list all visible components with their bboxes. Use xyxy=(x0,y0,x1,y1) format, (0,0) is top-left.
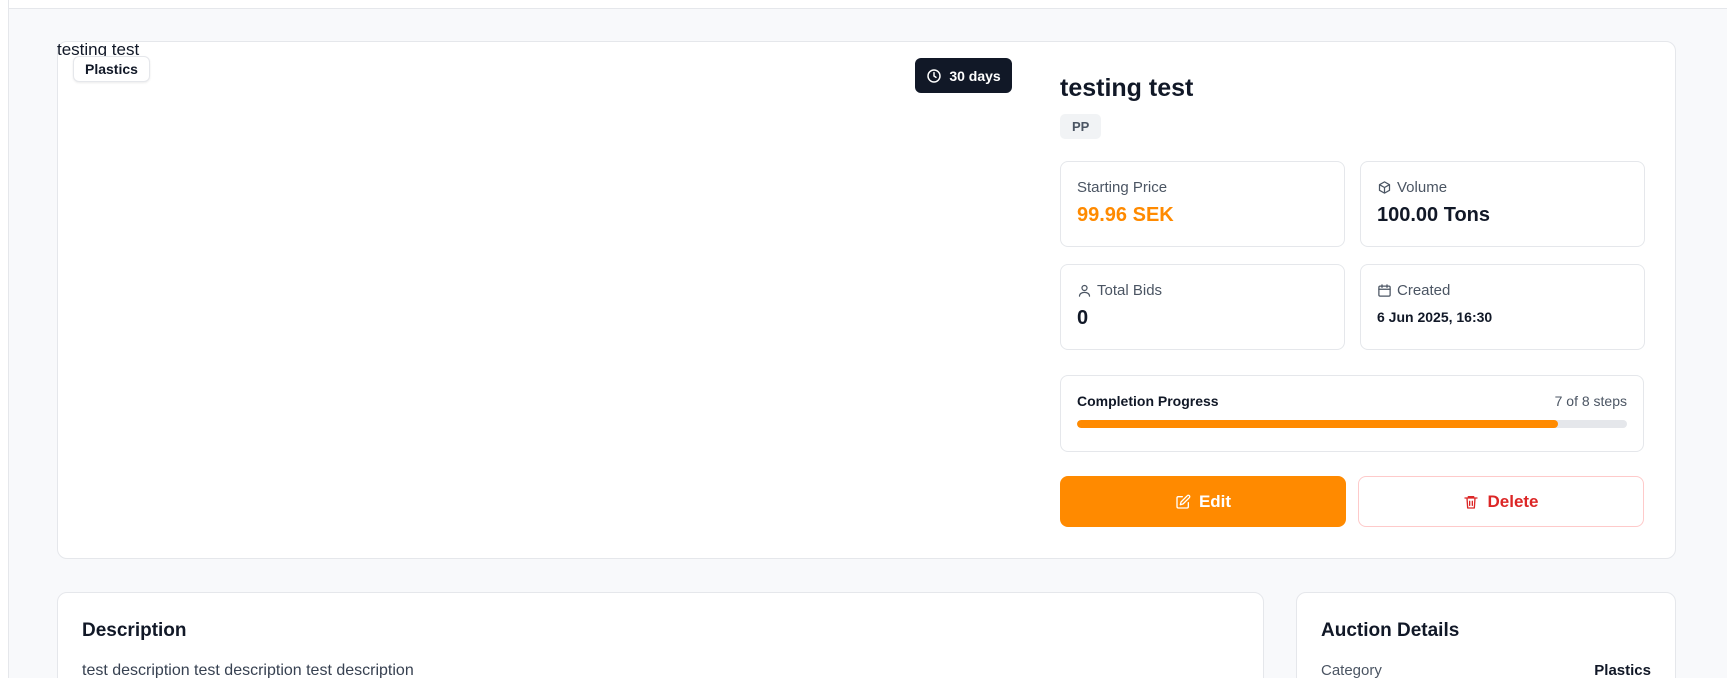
progress-fill xyxy=(1077,420,1559,428)
total-bids-label: Total Bids xyxy=(1097,282,1163,299)
edit-button[interactable]: Edit xyxy=(1060,476,1346,527)
volume-card: Volume 100.00 Tons xyxy=(1360,161,1645,247)
description-card: Description test description test descri… xyxy=(57,592,1264,678)
progress-label: Completion Progress xyxy=(1077,393,1219,409)
description-text: test description test description test d… xyxy=(82,662,414,678)
completion-progress-card: Completion Progress 7 of 8 steps xyxy=(1060,375,1644,452)
created-card: Created 6 Jun 2025, 16:30 xyxy=(1360,264,1645,350)
total-bids-label-row: Total Bids xyxy=(1077,282,1328,299)
created-label-row: Created xyxy=(1377,282,1628,299)
progress-track xyxy=(1077,420,1627,428)
material-tag: PP xyxy=(1060,114,1102,139)
volume-value: 100.00 Tons xyxy=(1377,204,1491,226)
starting-price-value: 99.96 SEK xyxy=(1077,204,1174,226)
category-badge: Plastics xyxy=(73,56,150,82)
clock-icon xyxy=(926,68,942,84)
left-rail xyxy=(0,0,9,678)
description-title: Description xyxy=(82,620,187,641)
total-bids-value: 0 xyxy=(1077,307,1089,329)
created-value: 6 Jun 2025, 16:30 xyxy=(1377,309,1493,325)
total-bids-card: Total Bids 0 xyxy=(1060,264,1345,350)
category-label: Category xyxy=(1321,662,1382,678)
time-left-text: 30 days xyxy=(949,67,1001,84)
delete-button[interactable]: Delete xyxy=(1358,476,1644,527)
starting-price-card: Starting Price 99.96 SEK xyxy=(1060,161,1345,247)
category-value: Plastics xyxy=(1594,662,1651,678)
edit-label: Edit xyxy=(1198,491,1232,511)
delete-label: Delete xyxy=(1487,491,1539,511)
listing-title: testing test xyxy=(1060,74,1194,102)
starting-price-label: Starting Price xyxy=(1077,179,1168,196)
trash-icon xyxy=(1463,494,1479,510)
progress-count: 7 of 8 steps xyxy=(1554,393,1627,409)
volume-label: Volume xyxy=(1397,179,1448,196)
volume-label-row: Volume xyxy=(1377,179,1628,196)
edit-icon xyxy=(1175,494,1191,510)
auction-details-card: Auction Details Category Plastics xyxy=(1296,592,1676,678)
created-label: Created xyxy=(1397,282,1451,299)
category-row: Category Plastics xyxy=(1321,662,1651,678)
top-bar xyxy=(0,0,1727,9)
auction-details-title: Auction Details xyxy=(1321,620,1460,641)
time-left-badge: 30 days xyxy=(915,58,1012,93)
calendar-icon xyxy=(1377,283,1392,298)
box-icon xyxy=(1377,180,1392,195)
user-icon xyxy=(1077,283,1092,298)
